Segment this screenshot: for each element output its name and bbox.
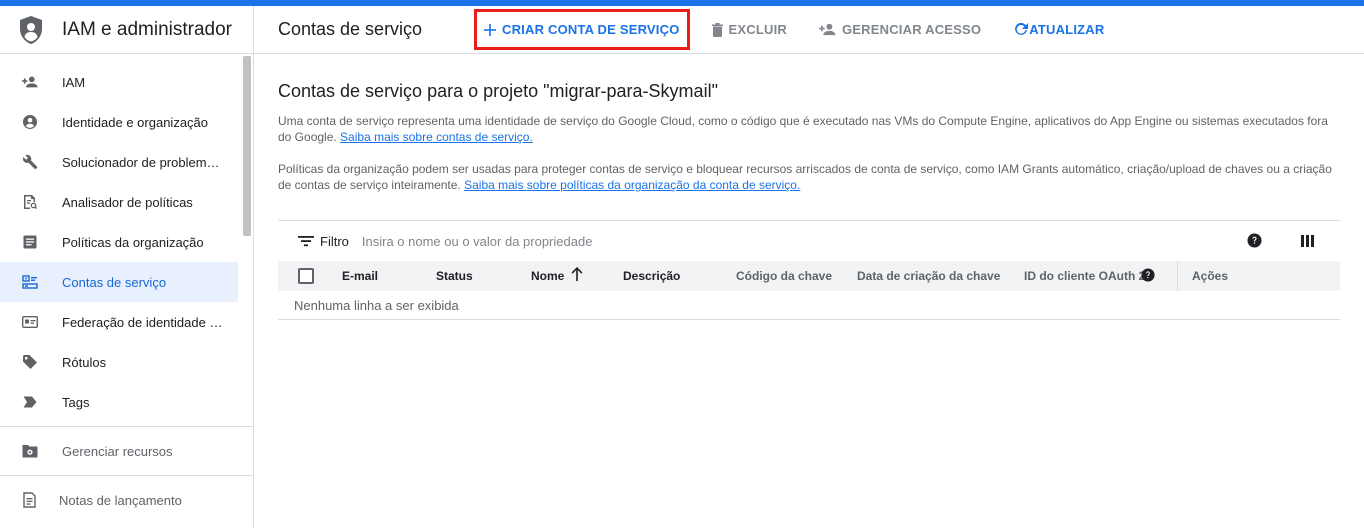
sidebar-item-tags[interactable]: Tags — [0, 382, 238, 422]
person-add-icon — [819, 23, 836, 36]
select-all-checkbox[interactable] — [298, 268, 314, 284]
column-actions: Ações — [1192, 269, 1229, 283]
filter-label: Filtro — [320, 233, 349, 249]
policy-doc-icon — [22, 194, 38, 210]
description-text: Políticas da organização podem ser usada… — [278, 162, 1332, 192]
filter-bar: Filtro — [278, 221, 1340, 261]
release-notes-icon — [22, 492, 38, 508]
iam-shield-icon — [17, 14, 45, 46]
sidebar-item-label: Analisador de políticas — [62, 194, 193, 210]
sidebar-item-release-notes[interactable]: Notas de lançamento — [0, 480, 238, 520]
org-policy-description: Políticas da organização podem ser usada… — [278, 161, 1340, 193]
sidebar-item-label: Solucionador de problem… — [62, 154, 220, 170]
create-service-account-label: CRIAR CONTA DE SERVIÇO — [502, 22, 680, 37]
list-doc-icon — [22, 234, 38, 250]
sort-ascending-icon[interactable] — [571, 267, 583, 284]
tag-arrow-icon — [22, 394, 38, 410]
sidebar-item-label: Federação de identidade … — [62, 314, 223, 330]
filter-input[interactable] — [361, 233, 962, 249]
sidebar-item-label: Notas de lançamento — [59, 492, 182, 508]
folder-gear-icon — [22, 443, 38, 459]
sidebar-scrollbar[interactable] — [243, 56, 251, 236]
table-header: E-mail Status Nome Descrição Código da c… — [278, 261, 1340, 291]
manage-access-button[interactable]: GERENCIAR ACESSO — [811, 12, 989, 48]
sidebar-item-label: Tags — [62, 394, 90, 410]
column-display-icon[interactable] — [1301, 234, 1314, 252]
main-content: Contas de serviço para o projeto "migrar… — [278, 54, 1340, 320]
label-tag-icon — [22, 354, 38, 370]
column-key-created[interactable]: Data de criação da chave — [857, 269, 1000, 283]
filter-icon — [298, 235, 314, 247]
service-account-icon — [22, 274, 38, 290]
sidebar-item-labels[interactable]: Rótulos — [0, 342, 238, 382]
trash-icon — [711, 22, 723, 37]
page-title: Contas de serviço — [278, 19, 423, 39]
learn-more-service-accounts-link[interactable]: Saiba mais sobre contas de serviço. — [340, 130, 533, 144]
refresh-button[interactable]: ATUALIZAR — [1006, 12, 1112, 48]
column-divider — [1177, 261, 1178, 291]
service-accounts-table: Filtro E-mail Status Nome Descrição Códi… — [278, 220, 1340, 320]
sidebar-divider — [0, 426, 253, 427]
sidebar: IAM e administrador IAM Identidade e org… — [0, 6, 254, 528]
learn-more-org-policies-link[interactable]: Saiba mais sobre políticas da organizaçã… — [464, 178, 800, 192]
empty-table-message: Nenhuma linha a ser exibida — [278, 291, 1340, 320]
sidebar-item-policy-analyzer[interactable]: Analisador de políticas — [0, 182, 238, 222]
column-key-id[interactable]: Código da chave — [736, 269, 832, 283]
page-header: Contas de serviço CRIAR CONTA DE SERVIÇO… — [254, 6, 1364, 54]
sidebar-item-service-accounts[interactable]: Contas de serviço — [0, 262, 238, 302]
sidebar-item-label: Contas de serviço — [62, 274, 167, 290]
app-title: IAM e administrador — [62, 18, 233, 40]
refresh-label: ATUALIZAR — [1029, 22, 1105, 37]
column-status[interactable]: Status — [436, 269, 473, 283]
sidebar-item-identity-federation[interactable]: Federação de identidade … — [0, 302, 238, 342]
sidebar-header: IAM e administrador — [0, 6, 253, 54]
plus-icon — [484, 23, 496, 36]
create-service-account-button[interactable]: CRIAR CONTA DE SERVIÇO — [474, 9, 690, 50]
sidebar-list: IAM Identidade e organização Solucionado… — [0, 54, 253, 520]
sidebar-item-label: IAM — [62, 74, 86, 90]
id-card-icon — [22, 314, 38, 330]
help-icon[interactable] — [1247, 233, 1262, 253]
manage-access-label: GERENCIAR ACESSO — [841, 22, 982, 37]
delete-button[interactable]: EXCLUIR — [704, 12, 795, 48]
sidebar-item-label: Políticas da organização — [62, 234, 204, 250]
sidebar-item-iam[interactable]: IAM — [0, 62, 238, 102]
section-title: Contas de serviço para o projeto "migrar… — [278, 81, 718, 101]
sidebar-item-label: Identidade e organização — [62, 114, 209, 130]
column-oauth-id[interactable]: ID do cliente OAuth 2 — [1024, 269, 1145, 283]
refresh-icon — [1014, 22, 1029, 37]
sidebar-item-org-policies[interactable]: Políticas da organização — [0, 222, 238, 262]
sidebar-item-label: Rótulos — [62, 354, 107, 370]
help-icon[interactable] — [1141, 268, 1155, 285]
sidebar-item-label: Gerenciar recursos — [62, 443, 173, 459]
service-account-description: Uma conta de serviço representa uma iden… — [278, 113, 1340, 145]
sidebar-item-identity[interactable]: Identidade e organização — [0, 102, 238, 142]
delete-label: EXCLUIR — [728, 22, 787, 37]
person-add-icon — [22, 74, 38, 90]
sidebar-item-manage-resources[interactable]: Gerenciar recursos — [0, 431, 238, 471]
wrench-icon — [22, 154, 38, 170]
column-name[interactable]: Nome — [531, 269, 564, 283]
sidebar-item-troubleshooter[interactable]: Solucionador de problem… — [0, 142, 238, 182]
account-circle-icon — [22, 114, 38, 130]
sidebar-divider — [0, 475, 253, 476]
column-email[interactable]: E-mail — [342, 269, 378, 283]
column-description[interactable]: Descrição — [623, 269, 680, 283]
